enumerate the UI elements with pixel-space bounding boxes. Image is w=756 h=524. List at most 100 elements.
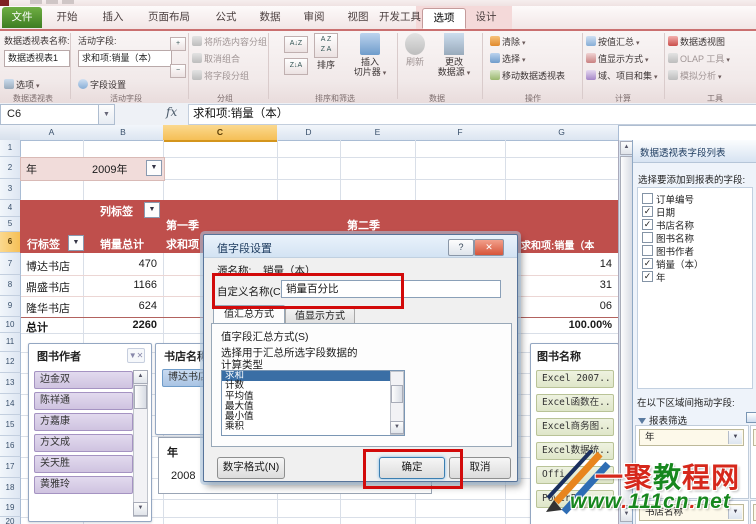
sort-asc-button[interactable]: A↓Z: [284, 36, 308, 53]
row-header[interactable]: 5: [0, 217, 21, 232]
store-name-cell[interactable]: 鼎盛书店: [26, 279, 70, 295]
store-total-cell[interactable]: 624: [97, 300, 157, 312]
field-label[interactable]: 图书作者: [656, 244, 694, 258]
tab-home[interactable]: 开始: [48, 8, 86, 27]
column-labels-filter-icon[interactable]: ▼: [144, 202, 160, 218]
row-header[interactable]: 10: [0, 317, 21, 333]
select-button[interactable]: 选择: [490, 52, 526, 65]
g6-header-cell[interactable]: 求和项:销量（本: [521, 237, 614, 252]
sort-button[interactable]: A ZZ A 排序: [310, 33, 342, 70]
field-checkbox[interactable]: [642, 245, 653, 256]
column-header-a[interactable]: A: [20, 125, 84, 141]
row-header[interactable]: 8: [0, 275, 21, 296]
row-header[interactable]: 7: [0, 253, 21, 275]
tab-options-active[interactable]: 选项: [422, 8, 466, 29]
pivot-name-input[interactable]: 数据透视表1: [4, 50, 70, 67]
slicer-clear-filter-icon[interactable]: ▼✕: [127, 348, 145, 363]
slicer-book-item[interactable]: Excel数据统..: [536, 442, 614, 460]
filter-zone-field[interactable]: 年 ▼: [639, 429, 744, 446]
row-header[interactable]: 18: [0, 478, 21, 499]
select-all-corner[interactable]: [0, 125, 21, 141]
tab-file[interactable]: 文件: [2, 7, 42, 28]
slicer-author-item[interactable]: 边金双: [34, 371, 133, 389]
store-total-cell[interactable]: 1166: [97, 279, 157, 291]
quick-access-icon[interactable]: [46, 0, 58, 4]
slicer-author-item[interactable]: 方嘉康: [34, 413, 133, 431]
column-header-f[interactable]: F: [415, 125, 506, 141]
calc-type-option-selected[interactable]: 求和: [222, 371, 404, 381]
column-header-c-selected[interactable]: C: [163, 125, 278, 142]
slicer-scroll-thumb[interactable]: [134, 385, 147, 409]
name-box[interactable]: C6: [0, 104, 104, 125]
c6-selected-cell[interactable]: 求和项: [166, 236, 199, 252]
summarize-by-button[interactable]: 按值汇总: [586, 35, 640, 48]
slicer-author-item[interactable]: 方文成: [34, 434, 133, 452]
field-dropdown-icon[interactable]: ▼: [728, 506, 742, 519]
olap-tools-button[interactable]: OLAP 工具: [668, 52, 730, 65]
store-name-cell[interactable]: 隆华书店: [26, 300, 70, 316]
move-pivottable-button[interactable]: 移动数据透视表: [490, 69, 565, 82]
store-name-cell[interactable]: 博达书店: [26, 258, 70, 274]
column-labels-cell[interactable]: 列标签: [100, 203, 133, 219]
field-label[interactable]: 图书名称: [656, 231, 694, 245]
collapse-field-button[interactable]: −: [170, 64, 186, 78]
listbox-scroll-down-icon[interactable]: ▼: [390, 421, 404, 434]
insert-slicer-button[interactable]: 插入切片器: [348, 33, 392, 79]
row-header[interactable]: 20: [0, 517, 21, 524]
year-filter-value-cell[interactable]: 2009年: [92, 161, 127, 177]
slicer-author-item[interactable]: 关天胜: [34, 455, 133, 473]
row-header[interactable]: 3: [0, 179, 21, 200]
slicer-scroll-up-icon[interactable]: ▲: [133, 370, 148, 384]
field-label[interactable]: 书店名称: [656, 218, 694, 232]
pivotchart-button[interactable]: 数据透视图: [668, 35, 725, 48]
slicer-author-item[interactable]: 黄雅玲: [34, 476, 133, 494]
field-settings-button[interactable]: 字段设置: [78, 78, 126, 91]
sheet-vertical-scrollbar[interactable]: ▲ ▼: [618, 140, 633, 524]
grand-total-label-cell[interactable]: 总计: [26, 319, 48, 335]
field-checkbox[interactable]: ✓: [642, 206, 653, 217]
show-values-as-button[interactable]: 值显示方式: [586, 52, 649, 65]
column-header-e[interactable]: E: [340, 125, 416, 141]
ungroup-button[interactable]: 取消组合: [192, 52, 240, 65]
row-header[interactable]: 11: [0, 333, 21, 352]
field-checkbox[interactable]: ✓: [642, 219, 653, 230]
field-checkbox[interactable]: [642, 193, 653, 204]
store-fragment-cell[interactable]: 14: [552, 258, 612, 270]
slicer-book-item[interactable]: Excel函数在..: [536, 394, 614, 412]
slicer-book-item[interactable]: Excel 2007..: [536, 370, 614, 388]
field-label[interactable]: 年: [656, 270, 666, 284]
column-header-b[interactable]: B: [83, 125, 164, 141]
tab-design[interactable]: 设计: [466, 8, 506, 27]
row-header[interactable]: 14: [0, 394, 21, 415]
row-header[interactable]: 2: [0, 157, 21, 179]
row-header-selected[interactable]: 6: [0, 232, 21, 253]
row-header[interactable]: 12: [0, 352, 21, 373]
row-header[interactable]: 9: [0, 296, 21, 317]
fields-items-sets-button[interactable]: 域、项目和集: [586, 69, 658, 82]
row-header[interactable]: 17: [0, 457, 21, 478]
active-field-input[interactable]: 求和项:销量（本）: [78, 50, 172, 67]
number-format-button[interactable]: 数字格式(N): [217, 457, 285, 479]
field-label[interactable]: 销量（本）: [656, 257, 704, 271]
calc-type-option[interactable]: 乘积: [222, 422, 404, 432]
dialog-help-button[interactable]: ?: [448, 239, 474, 256]
column-header-d[interactable]: D: [277, 125, 341, 141]
year-filter-dropdown-icon[interactable]: ▼: [146, 160, 162, 176]
tab-view[interactable]: 视图: [338, 8, 378, 27]
quarter1-cell[interactable]: 第一季: [166, 217, 199, 233]
field-label[interactable]: 订单编号: [656, 192, 694, 206]
grand-total-percent-cell[interactable]: 100.00%: [532, 319, 612, 331]
column-header-g[interactable]: G: [505, 125, 619, 141]
row-labels-cell[interactable]: 行标签: [27, 236, 60, 252]
calc-type-option[interactable]: 最小值: [222, 412, 404, 422]
what-if-analysis-button[interactable]: 模拟分析: [668, 69, 722, 82]
row-header[interactable]: 19: [0, 499, 21, 517]
sales-total-header-cell[interactable]: 销量总计: [100, 236, 144, 252]
row-header[interactable]: 15: [0, 415, 21, 436]
tab-page-layout[interactable]: 页面布局: [138, 8, 200, 27]
row-header[interactable]: 13: [0, 373, 21, 394]
change-data-source-button[interactable]: 更改数据源: [433, 33, 475, 79]
insert-function-icon[interactable]: fx: [166, 105, 186, 123]
group-selection-button[interactable]: 将所选内容分组: [192, 35, 267, 48]
listbox-scroll-thumb[interactable]: [391, 385, 403, 403]
